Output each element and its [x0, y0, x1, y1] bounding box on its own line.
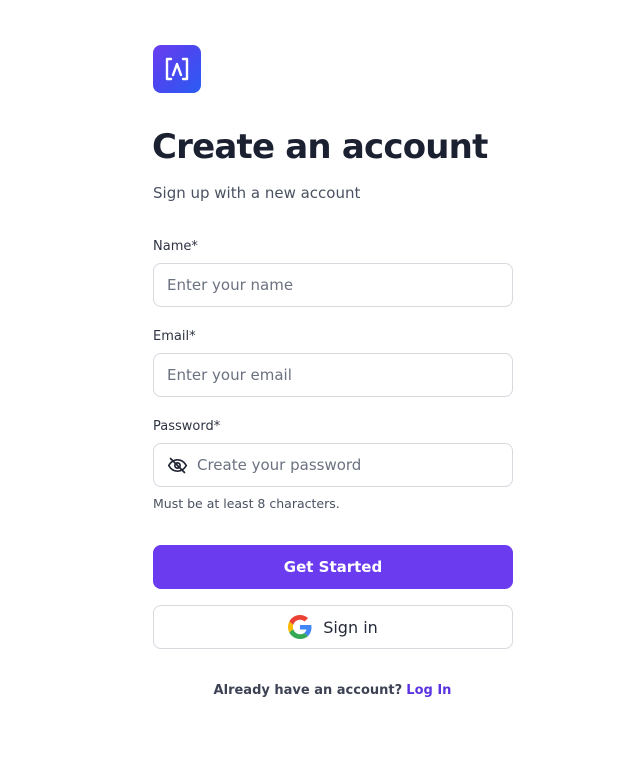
app-logo-icon [153, 45, 201, 93]
page-subtitle: Sign up with a new account [153, 184, 361, 202]
page-title: Create an account [152, 127, 488, 167]
password-hint: Must be at least 8 characters. [153, 496, 340, 511]
email-field-wrapper [153, 353, 513, 397]
name-input[interactable] [154, 264, 512, 306]
login-prompt: Already have an account? Log In [0, 682, 642, 700]
eye-off-icon[interactable] [166, 454, 188, 476]
google-sign-in-label: Sign in [323, 617, 378, 637]
password-input[interactable] [188, 444, 512, 486]
login-question: Already have an account? [213, 683, 403, 698]
password-label: Password* [153, 419, 221, 434]
google-icon [288, 615, 312, 639]
email-label: Email* [153, 329, 196, 344]
get-started-button[interactable]: Get Started [153, 545, 513, 589]
login-link[interactable]: Log In [406, 683, 451, 698]
logo-glyph-icon [165, 57, 189, 81]
email-input[interactable] [154, 354, 512, 396]
name-label: Name* [153, 239, 198, 254]
name-field-wrapper [153, 263, 513, 307]
password-field-wrapper [153, 443, 513, 487]
signup-page: Create an account Sign up with a new acc… [0, 0, 642, 758]
google-sign-in-button[interactable]: Sign in [153, 605, 513, 649]
